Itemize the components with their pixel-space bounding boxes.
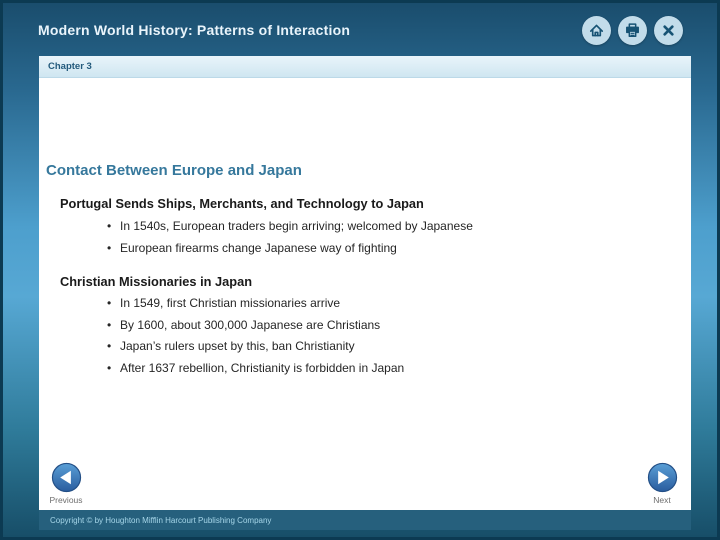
print-icon	[623, 21, 642, 40]
slide-content: Contact Between Europe and Japan Portuga…	[39, 78, 691, 510]
bullet-marker: •	[107, 339, 112, 353]
previous-label: Previous	[49, 495, 83, 505]
home-button[interactable]	[582, 16, 611, 45]
home-icon	[587, 21, 606, 40]
app-title: Modern World History: Patterns of Intera…	[38, 22, 351, 38]
list-item: • European firearms change Japanese way …	[107, 241, 473, 263]
bullet-text: By 1600, about 300,000 Japanese are Chri…	[120, 317, 381, 332]
next-label: Next	[653, 495, 671, 505]
chapter-label: Chapter 3	[48, 61, 92, 72]
chapter-bar: Chapter 3	[39, 56, 691, 78]
list-item: • Japan’s rulers upset by this, ban Chri…	[107, 339, 404, 361]
bullet-text: In 1549, first Christian missionaries ar…	[120, 296, 341, 310]
bullet-marker: •	[107, 296, 112, 310]
print-button[interactable]	[618, 16, 647, 45]
slide-panel: Chapter 3 Contact Between Europe and Jap…	[39, 56, 691, 530]
bullet-marker: •	[107, 240, 112, 255]
bullet-list-missionaries: • In 1549, first Christian missionaries …	[107, 296, 404, 382]
header-toolbar	[582, 16, 683, 45]
slide-title: Contact Between Europe and Japan	[46, 162, 302, 179]
copyright-bar: Copyright © by Houghton Mifflin Harcourt…	[39, 510, 691, 530]
next-button[interactable]: Next	[645, 462, 679, 505]
bullet-text: In 1540s, European traders begin arrivin…	[120, 219, 473, 233]
close-button[interactable]	[654, 16, 683, 45]
next-arrow-icon	[645, 462, 679, 493]
app-window: Modern World History: Patterns of Intera…	[0, 0, 720, 540]
list-item: • By 1600, about 300,000 Japanese are Ch…	[107, 318, 404, 340]
bullet-marker: •	[107, 360, 112, 375]
previous-arrow-icon	[49, 462, 83, 493]
bullet-list-portugal: • In 1540s, European traders begin arriv…	[107, 219, 473, 262]
list-item: • In 1549, first Christian missionaries …	[107, 296, 404, 318]
bullet-text: After 1637 rebellion, Christianity is fo…	[120, 360, 405, 375]
section-heading-missionaries: Christian Missionaries in Japan	[60, 274, 253, 289]
bullet-text: Japan’s rulers upset by this, ban Christ…	[120, 339, 355, 353]
copyright-text: Copyright © by Houghton Mifflin Harcourt…	[50, 515, 272, 525]
list-item: • After 1637 rebellion, Christianity is …	[107, 361, 404, 383]
list-item: • In 1540s, European traders begin arriv…	[107, 219, 473, 241]
bullet-marker: •	[107, 317, 112, 332]
close-icon	[659, 21, 678, 40]
bullet-marker: •	[107, 219, 112, 233]
section-heading-portugal: Portugal Sends Ships, Merchants, and Tec…	[60, 196, 424, 211]
previous-button[interactable]: Previous	[49, 462, 83, 505]
bullet-text: European firearms change Japanese way of…	[120, 240, 397, 255]
